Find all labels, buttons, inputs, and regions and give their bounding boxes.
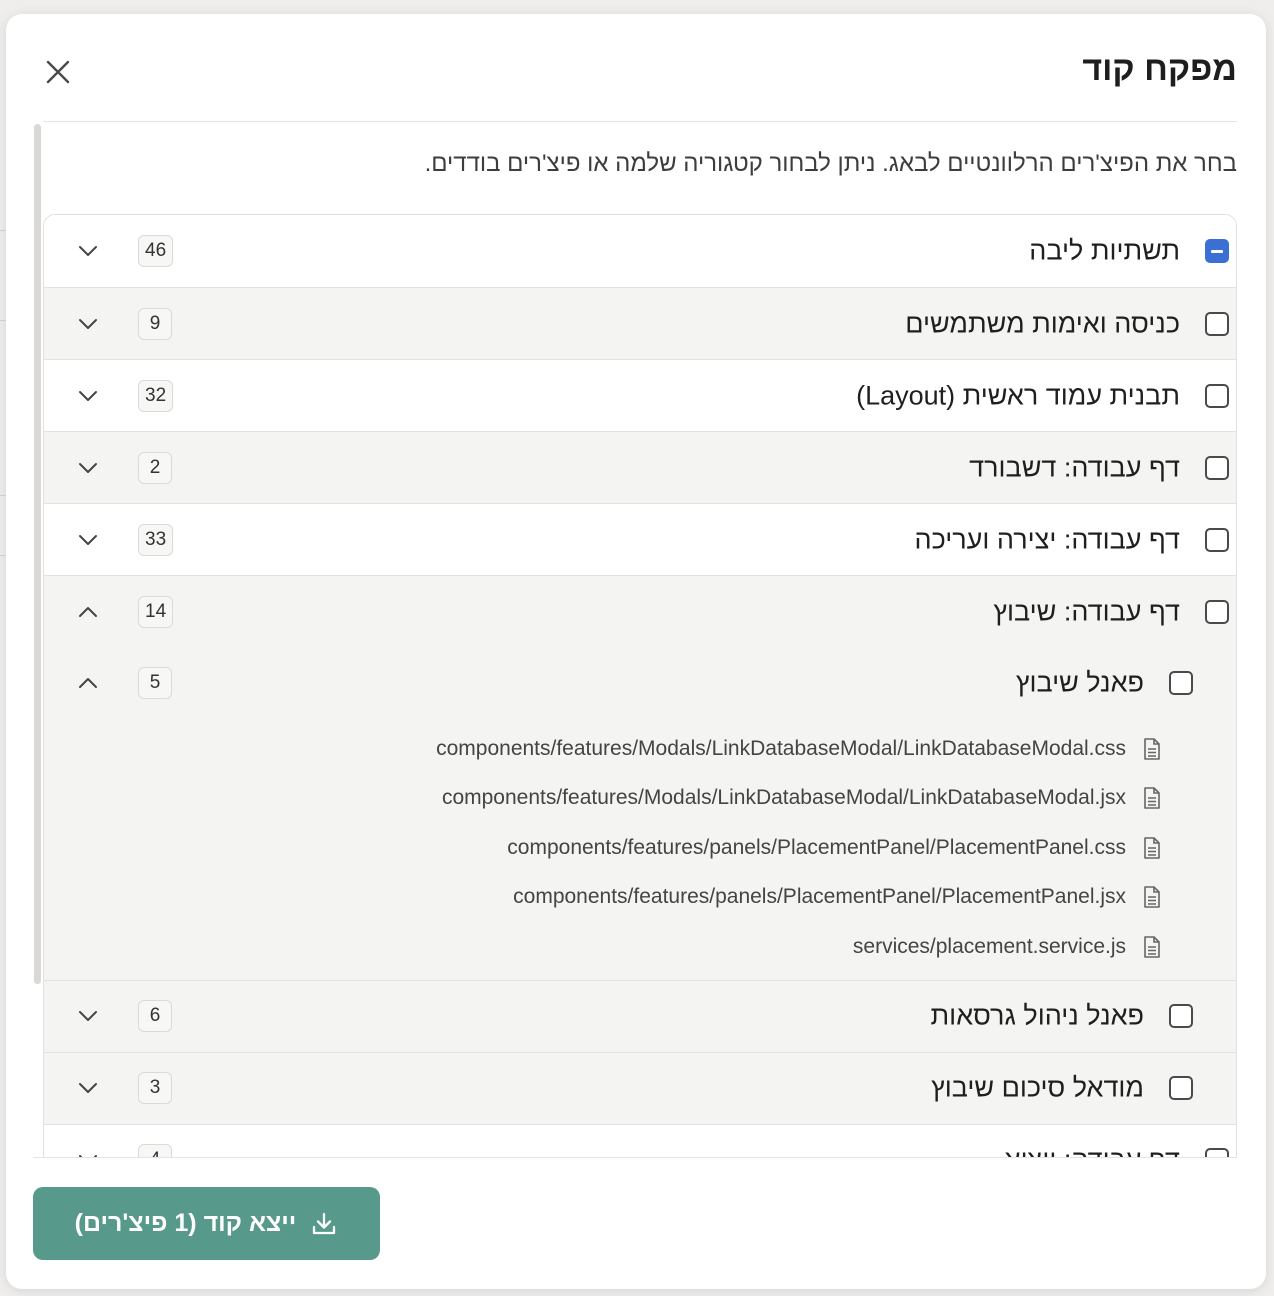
category-row[interactable]: דף עבודה: ייצוא 4 <box>44 1123 1236 1158</box>
category-row[interactable]: כניסה ואימות משתמשים 9 <box>44 287 1236 359</box>
chevron-down-icon <box>79 534 97 545</box>
chevron-up-icon <box>79 678 97 688</box>
chevron-down-icon <box>79 246 97 256</box>
file-item: components/features/panels/PlacementPane… <box>44 823 1236 873</box>
indeterminate-mark <box>1211 249 1223 253</box>
file-icon <box>1142 935 1162 959</box>
category-checkbox[interactable] <box>1205 527 1229 552</box>
dialog-description: בחר את הפיצ'רים הרלוונטיים לבאג. ניתן לב… <box>424 150 1237 177</box>
count-badge: 3 <box>138 1072 172 1104</box>
feature-checkbox[interactable] <box>1169 671 1193 695</box>
chevron-down-icon <box>79 390 97 401</box>
category-checkbox[interactable] <box>1205 1148 1229 1157</box>
file-icon <box>1142 836 1162 860</box>
count-badge: 5 <box>138 667 172 699</box>
download-icon <box>313 1212 336 1234</box>
feature-scroll-area[interactable]: בחר את הפיצ'רים הרלוונטיים לבאג. ניתן לב… <box>33 122 1237 1157</box>
file-path: components/features/panels/PlacementPane… <box>513 885 1126 909</box>
feature-label: פאנל שיבוץ <box>1015 667 1144 698</box>
collapse-toggle[interactable] <box>76 600 100 624</box>
expand-toggle[interactable] <box>76 384 100 408</box>
count-badge: 4 <box>138 1144 172 1157</box>
category-checkbox[interactable] <box>1205 311 1229 336</box>
category-label: תבנית עמוד ראשית (Layout) <box>856 380 1180 410</box>
file-path: components/features/panels/PlacementPane… <box>507 835 1126 859</box>
feature-row[interactable]: פאנל שיבוץ 5 <box>44 647 1236 719</box>
category-row[interactable]: תבנית עמוד ראשית (Layout) 32 <box>44 359 1236 431</box>
feature-row[interactable]: פאנל ניהול גרסאות 6 <box>44 979 1236 1052</box>
chevron-down-icon <box>79 462 97 473</box>
category-label: דף עבודה: יצירה ועריכה <box>914 524 1180 554</box>
category-row[interactable]: דף עבודה: יצירה ועריכה 33 <box>44 503 1236 575</box>
feature-row[interactable]: מודאל סיכום שיבוץ 3 <box>44 1051 1236 1124</box>
category-checkbox[interactable] <box>1205 455 1229 480</box>
category-checkbox[interactable] <box>1205 239 1229 263</box>
chevron-down-icon <box>79 1083 97 1093</box>
chevron-down-icon <box>79 318 97 329</box>
file-path: components/features/Modals/LinkDatabaseM… <box>441 786 1126 810</box>
category-row[interactable]: תשתיות ליבה 46 <box>44 215 1236 287</box>
feature-checkbox[interactable] <box>1169 1076 1193 1100</box>
count-badge: 9 <box>138 307 172 340</box>
collapse-toggle[interactable] <box>76 671 100 695</box>
chevron-up-icon <box>79 606 97 617</box>
dialog-title: מפקח קוד <box>1082 50 1237 88</box>
file-path: services/placement.service.js <box>852 934 1126 958</box>
feature-tree: תשתיות ליבה 46 כניסה ואימות משתמשים 9 תב… <box>43 214 1237 1157</box>
expand-toggle[interactable] <box>76 1004 100 1028</box>
file-item: components/features/Modals/LinkDatabaseM… <box>44 774 1236 824</box>
count-badge: 46 <box>138 235 174 267</box>
file-icon <box>1142 885 1162 909</box>
close-button[interactable] <box>42 56 74 88</box>
file-icon <box>1142 737 1162 761</box>
category-checkbox[interactable] <box>1205 599 1229 624</box>
count-badge: 2 <box>138 451 172 484</box>
file-path: components/features/Modals/LinkDatabaseM… <box>436 736 1126 760</box>
expand-toggle[interactable] <box>76 312 100 336</box>
file-item: components/features/panels/PlacementPane… <box>44 873 1236 923</box>
file-icon <box>1142 786 1162 810</box>
category-label: דף עבודה: ייצוא <box>1004 1145 1180 1158</box>
code-inspector-dialog: מפקח קוד בחר את הפיצ'רים הרלוונטיים לבאג… <box>6 14 1266 1289</box>
category-label: תשתיות ליבה <box>1029 235 1180 266</box>
export-code-button[interactable]: ייצא קוד (1 פיצ'רים) <box>33 1187 380 1260</box>
category-label: כניסה ואימות משתמשים <box>905 308 1180 338</box>
file-item: components/features/Modals/LinkDatabaseM… <box>44 724 1236 774</box>
category-label: דף עבודה: דשבורד <box>969 452 1180 482</box>
expand-toggle[interactable] <box>76 1148 100 1157</box>
category-checkbox[interactable] <box>1205 383 1229 408</box>
feature-checkbox[interactable] <box>1169 1004 1193 1028</box>
count-badge: 33 <box>138 523 174 556</box>
file-list: components/features/Modals/LinkDatabaseM… <box>44 719 1236 980</box>
file-item: services/placement.service.js <box>44 922 1236 972</box>
expand-toggle[interactable] <box>76 456 100 480</box>
feature-label: פאנל ניהול גרסאות <box>930 1000 1144 1031</box>
expand-toggle[interactable] <box>76 1076 100 1100</box>
count-badge: 32 <box>138 379 174 412</box>
category-label: דף עבודה: שיבוץ <box>993 596 1180 626</box>
expand-toggle[interactable] <box>76 528 100 552</box>
expand-toggle[interactable] <box>76 239 100 263</box>
feature-label: מודאל סיכום שיבוץ <box>931 1072 1144 1103</box>
category-row[interactable]: דף עבודה: שיבוץ 14 <box>44 575 1236 647</box>
category-row[interactable]: דף עבודה: דשבורד 2 <box>44 431 1236 503</box>
count-badge: 6 <box>138 1000 172 1032</box>
export-button-label: ייצא קוד (1 פיצ'רים) <box>74 1209 297 1237</box>
chevron-down-icon <box>79 1011 97 1021</box>
close-icon <box>46 60 70 84</box>
count-badge: 14 <box>138 595 174 628</box>
footer-divider <box>33 1157 1237 1158</box>
